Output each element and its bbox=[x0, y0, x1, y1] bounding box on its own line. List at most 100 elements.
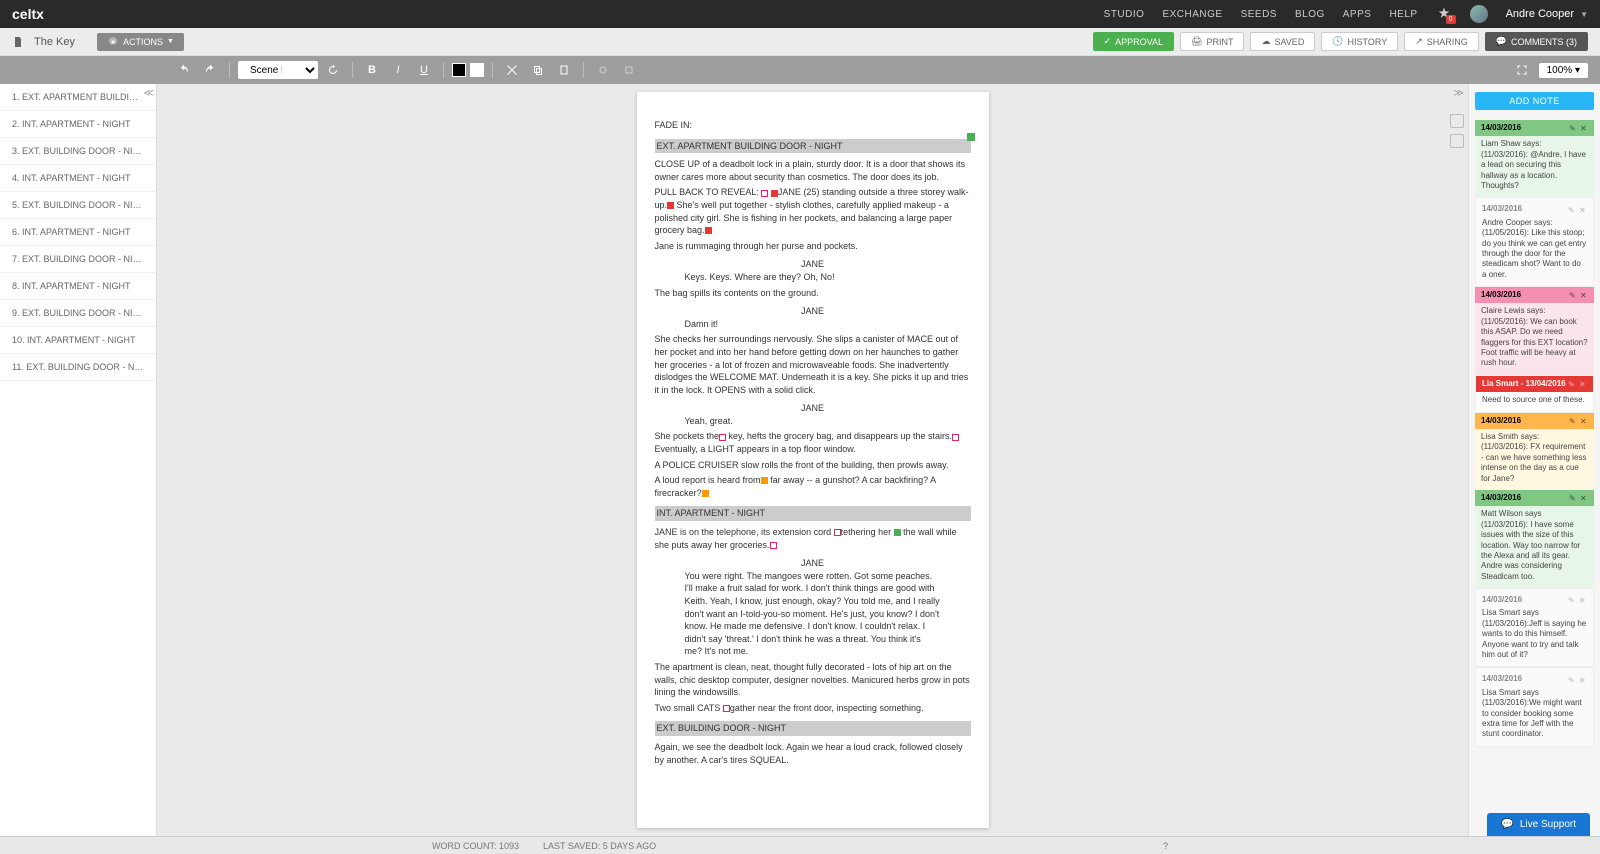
tool-b-button[interactable] bbox=[618, 60, 640, 80]
redo-button[interactable] bbox=[199, 60, 221, 80]
sharing-button[interactable]: ↗ SHARING bbox=[1404, 32, 1479, 51]
nav-help[interactable]: HELP bbox=[1389, 9, 1417, 20]
action-line[interactable]: Jane is rummaging through her purse and … bbox=[655, 240, 971, 253]
side-tool-1[interactable] bbox=[1450, 114, 1464, 128]
avatar[interactable] bbox=[1470, 5, 1488, 23]
delete-note-icon[interactable]: ✕ bbox=[1579, 596, 1587, 604]
nav-blog[interactable]: BLOG bbox=[1295, 9, 1325, 20]
action-line[interactable]: CLOSE UP of a deadbolt lock in a plain, … bbox=[655, 158, 971, 183]
note-marker-orange-icon[interactable] bbox=[761, 477, 768, 484]
underline-button[interactable]: U bbox=[413, 60, 435, 80]
note-card[interactable]: 14/03/2016✎✕Claire Lewis says: (11/05/20… bbox=[1475, 287, 1594, 375]
note-marker-pink-icon[interactable] bbox=[952, 434, 959, 441]
action-line[interactable]: The apartment is clean, neat, thought fu… bbox=[655, 661, 971, 699]
scene-list-item[interactable]: 1. EXT. APARTMENT BUILDING DOOR - ... bbox=[0, 84, 156, 111]
note-marker-pink-icon[interactable] bbox=[723, 705, 730, 712]
note-marker-red-icon[interactable] bbox=[705, 227, 712, 234]
scene-heading-2[interactable]: INT. APARTMENT - NIGHT bbox=[655, 506, 971, 521]
edit-note-icon[interactable]: ✎ bbox=[1568, 380, 1576, 388]
character-cue[interactable]: JANE bbox=[655, 557, 971, 570]
nav-apps[interactable]: APPS bbox=[1343, 9, 1372, 20]
character-cue[interactable]: JANE bbox=[655, 258, 971, 271]
edit-note-icon[interactable]: ✎ bbox=[1568, 676, 1576, 684]
nav-studio[interactable]: STUDIO bbox=[1104, 9, 1145, 20]
delete-note-icon[interactable]: ✕ bbox=[1579, 206, 1587, 214]
action-line[interactable]: Again, we see the deadbolt lock. Again w… bbox=[655, 741, 971, 766]
fullscreen-button[interactable] bbox=[1511, 60, 1533, 80]
delete-note-icon[interactable]: ✕ bbox=[1580, 417, 1588, 425]
edit-note-icon[interactable]: ✎ bbox=[1569, 494, 1577, 502]
scene-heading-1[interactable]: EXT. APARTMENT BUILDING DOOR - NIGHT bbox=[655, 139, 971, 154]
scene-list-item[interactable]: 6. INT. APARTMENT - NIGHT bbox=[0, 219, 156, 246]
action-line[interactable]: The bag spills its contents on the groun… bbox=[655, 287, 971, 300]
tool-a-button[interactable] bbox=[592, 60, 614, 80]
note-card[interactable]: Lia Smart - 13/04/2016✎✕Need to source o… bbox=[1475, 375, 1594, 413]
note-card[interactable]: 14/03/2016✎✕Lisa Smart says (11/03/2016)… bbox=[1475, 588, 1594, 667]
action-line[interactable]: She checks her surroundings nervously. S… bbox=[655, 333, 971, 396]
text-color-swatch[interactable] bbox=[452, 63, 466, 77]
character-cue[interactable]: JANE bbox=[655, 305, 971, 318]
live-support-button[interactable]: 💬 Live Support bbox=[1487, 813, 1590, 836]
note-marker-orange-icon[interactable] bbox=[702, 490, 709, 497]
note-card[interactable]: 14/03/2016✎✕Lisa Smart says (11/03/2016)… bbox=[1475, 667, 1594, 746]
add-note-button[interactable]: ADD NOTE bbox=[1475, 92, 1594, 110]
scene-list-item[interactable]: 4. INT. APARTMENT - NIGHT bbox=[0, 165, 156, 192]
delete-note-icon[interactable]: ✕ bbox=[1580, 291, 1588, 299]
action-line[interactable]: A POLICE CRUISER slow rolls the front of… bbox=[655, 459, 971, 472]
note-marker-red-icon[interactable] bbox=[667, 202, 674, 209]
dialogue-line[interactable]: Yeah, great. bbox=[685, 415, 941, 428]
saved-button[interactable]: ☁ SAVED bbox=[1250, 32, 1315, 51]
print-button[interactable]: 🖨 PRINT bbox=[1180, 32, 1244, 51]
action-line[interactable]: JANE is on the telephone, its extension … bbox=[655, 526, 971, 551]
note-card[interactable]: 14/03/2016✎✕Andre Cooper says: (11/05/20… bbox=[1475, 197, 1594, 287]
comments-button[interactable]: 💬 COMMENTS (3) bbox=[1485, 32, 1588, 51]
fade-in[interactable]: FADE IN: bbox=[655, 119, 971, 132]
scene-list-item[interactable]: 10. INT. APARTMENT - NIGHT bbox=[0, 327, 156, 354]
scene-list-item[interactable]: 9. EXT. BUILDING DOOR - NIGHT bbox=[0, 300, 156, 327]
character-cue[interactable]: JANE bbox=[655, 402, 971, 415]
delete-note-icon[interactable]: ✕ bbox=[1579, 676, 1587, 684]
delete-note-icon[interactable]: ✕ bbox=[1580, 124, 1588, 132]
italic-button[interactable]: I bbox=[387, 60, 409, 80]
note-card[interactable]: 14/03/2016✎✕Lisa Smith says: (11/03/2016… bbox=[1475, 413, 1594, 490]
bold-button[interactable]: B bbox=[361, 60, 383, 80]
edit-note-icon[interactable]: ✎ bbox=[1569, 417, 1577, 425]
highlight-color-swatch[interactable] bbox=[470, 63, 484, 77]
history-button[interactable]: 🕓 HISTORY bbox=[1321, 32, 1398, 51]
action-line[interactable]: Two small CATS gather near the front doo… bbox=[655, 702, 971, 715]
note-marker-green-icon[interactable] bbox=[967, 133, 975, 141]
delete-note-icon[interactable]: ✕ bbox=[1580, 494, 1588, 502]
scene-list-item[interactable]: 2. INT. APARTMENT - NIGHT bbox=[0, 111, 156, 138]
element-type-select[interactable]: Scene heading bbox=[238, 61, 318, 79]
note-marker-pink-icon[interactable] bbox=[834, 529, 841, 536]
note-marker-red-icon[interactable] bbox=[771, 190, 778, 197]
scene-list-item[interactable]: 3. EXT. BUILDING DOOR - NIGHT bbox=[0, 138, 156, 165]
edit-note-icon[interactable]: ✎ bbox=[1569, 124, 1577, 132]
scene-list-item[interactable]: 7. EXT. BUILDING DOOR - NIGHT bbox=[0, 246, 156, 273]
scene-heading-3[interactable]: EXT. BUILDING DOOR - NIGHT bbox=[655, 721, 971, 736]
edit-note-icon[interactable]: ✎ bbox=[1568, 596, 1576, 604]
refresh-icon[interactable] bbox=[322, 60, 344, 80]
nav-exchange[interactable]: EXCHANGE bbox=[1162, 9, 1222, 20]
approval-button[interactable]: ✓ APPROVAL bbox=[1093, 32, 1174, 51]
copy-button[interactable] bbox=[527, 60, 549, 80]
scene-list-item[interactable]: 8. INT. APARTMENT - NIGHT bbox=[0, 273, 156, 300]
paste-button[interactable] bbox=[553, 60, 575, 80]
editor-area[interactable]: ≫ FADE IN: EXT. APARTMENT BUILDING DOOR … bbox=[157, 84, 1468, 836]
scene-list-item[interactable]: 5. EXT. BUILDING DOOR - NIGHT bbox=[0, 192, 156, 219]
note-marker-green-icon[interactable] bbox=[894, 529, 901, 536]
action-line[interactable]: A loud report is heard from far away -- … bbox=[655, 474, 971, 499]
actions-button[interactable]: ACTIONS ▼ bbox=[97, 33, 184, 51]
help-icon[interactable]: ? bbox=[1163, 841, 1168, 851]
dialogue-line[interactable]: You were right. The mangoes were rotten.… bbox=[685, 570, 941, 658]
edit-note-icon[interactable]: ✎ bbox=[1568, 206, 1576, 214]
undo-button[interactable] bbox=[173, 60, 195, 80]
nav-seeds[interactable]: SEEDS bbox=[1241, 9, 1277, 20]
script-page[interactable]: FADE IN: EXT. APARTMENT BUILDING DOOR - … bbox=[637, 92, 989, 828]
zoom-select[interactable]: 100% ▾ bbox=[1539, 63, 1588, 78]
dialogue-line[interactable]: Keys. Keys. Where are they? Oh, No! bbox=[685, 271, 941, 284]
delete-note-icon[interactable]: ✕ bbox=[1579, 380, 1587, 388]
note-card[interactable]: 14/03/2016✎✕Liam Shaw says: (11/03/2016)… bbox=[1475, 120, 1594, 197]
edit-note-icon[interactable]: ✎ bbox=[1569, 291, 1577, 299]
dialogue-line[interactable]: Damn it! bbox=[685, 318, 941, 331]
